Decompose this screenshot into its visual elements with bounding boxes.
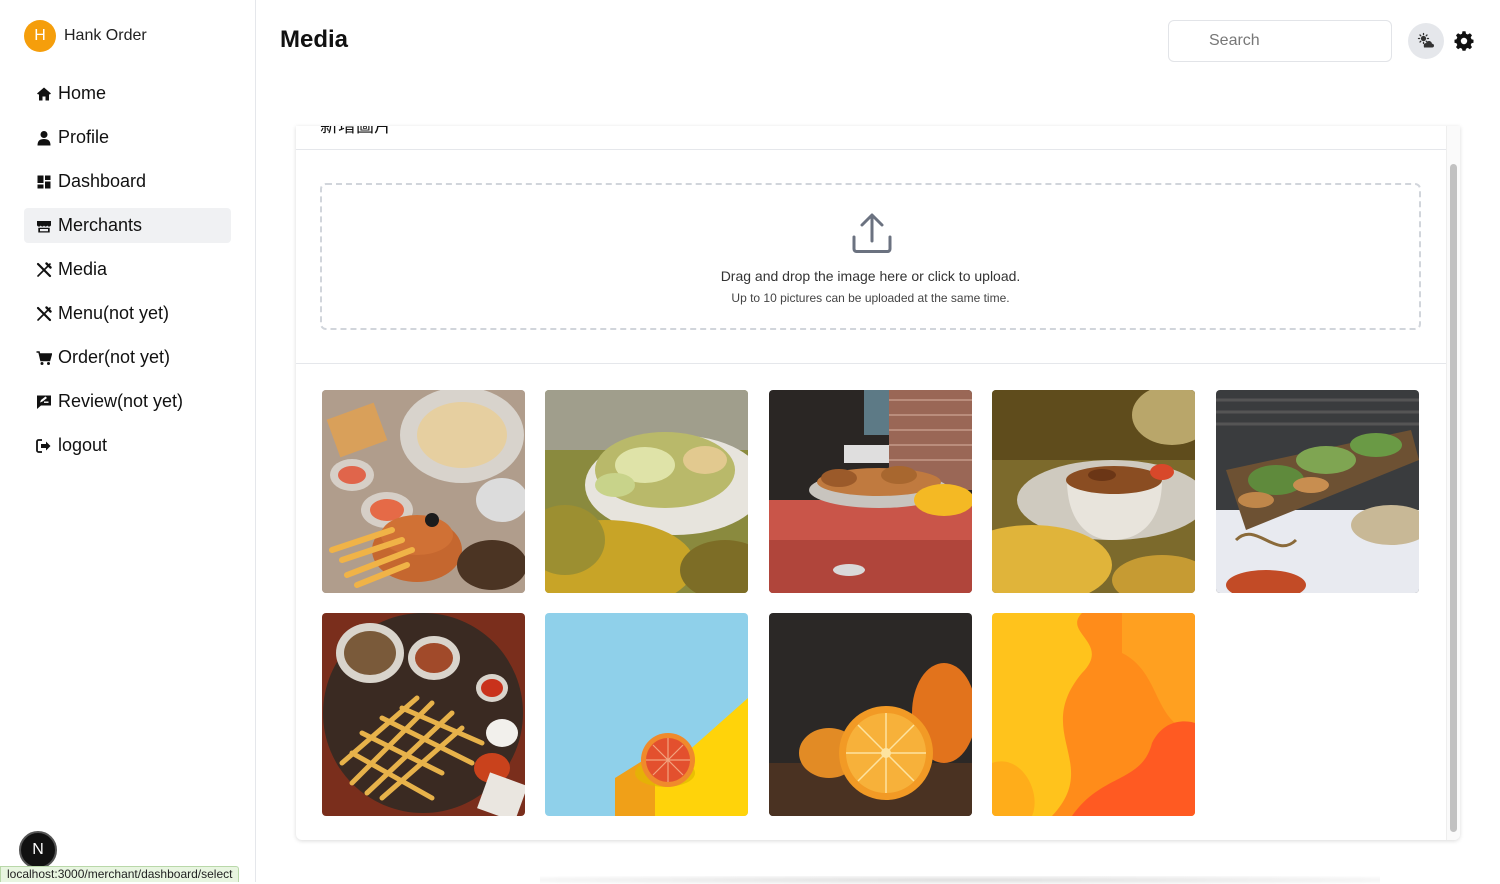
media-image-stew-bowl bbox=[992, 390, 1195, 593]
dropzone-instructions: Drag and drop the image here or click to… bbox=[720, 268, 1021, 284]
cart-icon bbox=[36, 350, 52, 366]
media-thumbnail[interactable] bbox=[992, 390, 1195, 593]
divider bbox=[296, 363, 1446, 364]
sidebar-item-label: Profile bbox=[58, 127, 110, 147]
theme-toggle-button[interactable] bbox=[1408, 23, 1444, 59]
sidebar-item-logout[interactable]: logout bbox=[24, 428, 231, 463]
sidebar-item-label: Menu(not yet) bbox=[58, 303, 170, 323]
media-image-grapefruit bbox=[545, 613, 748, 816]
user-icon bbox=[36, 130, 52, 146]
sidebar-item-label: Merchants bbox=[58, 215, 143, 235]
media-image-orange bbox=[769, 613, 972, 816]
media-image-burger bbox=[322, 390, 525, 593]
sidebar-item-label: Dashboard bbox=[58, 171, 147, 191]
media-thumbnail[interactable] bbox=[769, 390, 972, 593]
scrollbar[interactable] bbox=[1446, 126, 1460, 840]
search-input[interactable] bbox=[1168, 20, 1392, 62]
sidebar-item-dashboard[interactable]: Dashboard bbox=[24, 164, 231, 199]
media-thumbnail[interactable] bbox=[545, 613, 748, 816]
utensils-icon bbox=[36, 305, 52, 322]
upload-icon bbox=[852, 213, 892, 253]
sidebar-item-label: Review(not yet) bbox=[58, 391, 184, 411]
brand-name: Hank Order bbox=[64, 27, 147, 44]
media-thumbnail[interactable] bbox=[992, 613, 1195, 816]
utensils-icon bbox=[36, 261, 52, 278]
sidebar-item-order[interactable]: Order(not yet) bbox=[24, 340, 231, 375]
sidebar-item-merchants[interactable]: Merchants bbox=[24, 208, 231, 243]
sidebar: H Hank Order Home Profile Dashboard Merc… bbox=[0, 0, 256, 882]
media-panel: 新增圖片 Drag and drop the image here or cli… bbox=[296, 126, 1460, 840]
media-image-salad bbox=[545, 390, 748, 593]
media-thumbnail[interactable] bbox=[769, 613, 972, 816]
sidebar-nav: Home Profile Dashboard Merchants Media M… bbox=[24, 76, 231, 472]
brand[interactable]: H Hank Order bbox=[24, 20, 147, 52]
panel-header-title: 新增圖片 bbox=[320, 126, 392, 136]
media-thumbnail[interactable] bbox=[1216, 390, 1419, 593]
sidebar-item-label: Home bbox=[58, 83, 107, 103]
sidebar-item-review[interactable]: Review(not yet) bbox=[24, 384, 231, 419]
media-image-buffet bbox=[769, 390, 972, 593]
scrollbar-thumb[interactable] bbox=[1450, 164, 1457, 832]
sidebar-item-label: Media bbox=[58, 259, 108, 279]
media-image-catering bbox=[1216, 390, 1419, 593]
settings-button[interactable] bbox=[1452, 29, 1476, 53]
upload-dropzone[interactable]: Drag and drop the image here or click to… bbox=[320, 183, 1421, 330]
media-thumbnail[interactable] bbox=[322, 390, 525, 593]
media-thumbnail[interactable] bbox=[322, 613, 525, 816]
sidebar-item-media[interactable]: Media bbox=[24, 252, 231, 287]
media-thumbnail[interactable] bbox=[545, 390, 748, 593]
page-title: Media bbox=[280, 26, 349, 53]
panel-header: 新增圖片 bbox=[296, 126, 1446, 150]
home-icon bbox=[36, 86, 52, 102]
nextjs-dev-badge[interactable]: N bbox=[19, 831, 57, 869]
decorative-shadow bbox=[540, 876, 1380, 884]
dropzone-limit-note: Up to 10 pictures can be uploaded at the… bbox=[731, 291, 1010, 305]
media-image-fries bbox=[322, 613, 525, 816]
review-icon bbox=[36, 394, 52, 410]
sidebar-item-label: logout bbox=[58, 435, 108, 455]
sidebar-item-label: Order(not yet) bbox=[58, 347, 171, 367]
gear-icon bbox=[1454, 31, 1474, 51]
sidebar-item-menu[interactable]: Menu(not yet) bbox=[24, 296, 231, 331]
logout-icon bbox=[36, 438, 52, 454]
status-bar-url: localhost:3000/merchant/dashboard/select bbox=[0, 866, 240, 882]
weather-icon bbox=[1417, 32, 1434, 48]
sidebar-item-home[interactable]: Home bbox=[24, 76, 231, 111]
store-icon bbox=[36, 218, 52, 234]
sidebar-item-profile[interactable]: Profile bbox=[24, 120, 231, 155]
media-image-orange-abstract bbox=[992, 613, 1195, 816]
avatar[interactable]: H bbox=[24, 20, 56, 52]
dashboard-icon bbox=[36, 174, 52, 190]
